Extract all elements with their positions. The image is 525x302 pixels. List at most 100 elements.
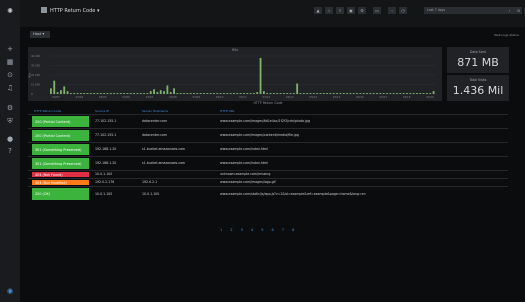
dashboard-title[interactable]: HTTP Return Code ▾	[41, 7, 99, 14]
hits-bar	[322, 93, 325, 94]
zoom-out-button[interactable]: ⊖	[515, 7, 522, 14]
hits-bar	[99, 93, 102, 94]
column-header-source-ip[interactable]: Source IP	[95, 109, 109, 113]
table-row[interactable]: 301 (Something Preserved) 192.168.1.20 s1.…	[28, 142, 508, 156]
hits-bar	[66, 91, 69, 94]
hostname-cell: 10.0.1.100	[142, 191, 160, 196]
x-tick-label: 03/18	[403, 95, 411, 99]
source-ip-cell: 77.102.155.1	[95, 119, 117, 124]
share-button[interactable]: ⇪	[336, 7, 344, 14]
table-row[interactable]: 301 (Something Preserved) 192.168.1.20 s1.…	[28, 156, 508, 170]
help-icon[interactable]: ?	[5, 146, 15, 156]
hits-bar	[366, 93, 368, 94]
hits-bar	[219, 93, 222, 94]
page-link[interactable]: 4	[251, 228, 253, 232]
column-header-status[interactable]: HTTP Return Code	[34, 109, 61, 113]
hits-bar	[372, 93, 375, 94]
hits-bar	[226, 93, 229, 94]
hits-bar	[173, 88, 175, 94]
table-row[interactable]: 200 (OK) 10.0.1.100 10.0.1.100 www.example.…	[28, 186, 508, 201]
time-back-button[interactable]: ‹	[388, 7, 396, 14]
total-visits-stat-panel[interactable]: Total Visits 1.436 Mil	[447, 75, 509, 101]
x-tick-label: 03/12	[263, 95, 271, 99]
server-admin-icon[interactable]: ⛨	[5, 116, 15, 126]
hits-bar	[389, 93, 392, 94]
status-code-cell: 304 (Not Modified)	[32, 180, 89, 185]
hits-bar	[146, 93, 149, 94]
hits-bar	[143, 93, 146, 94]
hits-bar	[239, 93, 242, 94]
save-button[interactable]: ▣	[347, 7, 355, 14]
configuration-icon[interactable]: ⚙	[5, 103, 15, 113]
hits-bar	[223, 93, 225, 94]
hits-bar	[96, 93, 99, 94]
hits-bar-chart: 40 000 30 000 20 000 10 000 0 Hits 03/03 03/04 0…	[28, 54, 436, 99]
table-row[interactable]: 200 (Partial Content) 77.102.155.1 datacen…	[28, 128, 508, 142]
hits-bar	[213, 93, 215, 94]
hits-graph-panel[interactable]: Hits 40 000 30 000 20 000 10 000 0 Hits 03/03 0…	[28, 47, 442, 101]
column-header-hostname[interactable]: Server Hostname	[142, 109, 168, 113]
hits-bar	[196, 93, 199, 94]
hits-bar	[166, 85, 169, 94]
table-row[interactable]: 200 (Partial Content) 77.102.155.1 datacen…	[28, 114, 508, 128]
hits-bar	[109, 93, 112, 94]
hits-bar	[229, 93, 232, 94]
status-code-cell: 301 (Something Preserved)	[32, 158, 89, 169]
hits-bar	[429, 93, 432, 94]
hits-bar	[206, 93, 209, 94]
page-link[interactable]: 5	[261, 228, 263, 232]
hits-bar	[269, 93, 272, 94]
hits-bar	[319, 93, 322, 94]
user-avatar-icon[interactable]: ◉	[5, 286, 15, 296]
dashboard-links[interactable]: Web Logs Status	[494, 33, 519, 37]
time-forward-button[interactable]: ›	[506, 7, 513, 14]
time-range-picker[interactable]: Last 7 days	[424, 7, 518, 14]
data-sent-stat-panel[interactable]: Data Sent 871 MB	[447, 47, 509, 73]
hits-bar	[83, 93, 86, 94]
hits-bar	[332, 93, 335, 94]
add-icon[interactable]: +	[5, 44, 15, 54]
dashboards-icon[interactable]: ▦	[5, 57, 15, 67]
x-tick-label: 03/19	[426, 95, 434, 99]
y-tick-label: 20 000	[31, 73, 40, 77]
x-tick-label: 03/17	[380, 95, 388, 99]
hits-bar	[259, 57, 262, 94]
hits-bar	[236, 93, 239, 94]
hits-bar	[119, 93, 122, 94]
grafana-logo-icon[interactable]: ✺	[5, 6, 15, 16]
add-panel-button[interactable]: ▲	[314, 7, 322, 14]
alerting-icon[interactable]: ♫	[5, 83, 15, 93]
hits-bar	[282, 93, 285, 94]
table-row[interactable]: 304 (Not Modified) 192.0.2.176 192.0.2.1 ww…	[28, 178, 508, 186]
page-link[interactable]: 1	[220, 228, 222, 232]
hits-bar	[272, 93, 275, 94]
y-axis-label: Hits	[28, 72, 32, 78]
star-button[interactable]: ☆	[325, 7, 333, 14]
page-link[interactable]: 6	[271, 228, 273, 232]
hits-bar	[86, 93, 89, 94]
x-tick-label: 03/15	[333, 95, 341, 99]
url-cell: www.example.com/static/js/app.js?v=1&id=…	[220, 191, 366, 196]
y-tick-label: 40 000	[31, 54, 40, 58]
profile-icon[interactable]: ●	[5, 134, 15, 144]
hits-bar	[139, 93, 142, 94]
page-link[interactable]: 2	[230, 228, 232, 232]
page-link[interactable]: 8	[292, 228, 294, 232]
hits-bar	[426, 93, 428, 94]
explore-icon[interactable]: ⊙	[5, 70, 15, 80]
page-link[interactable]: 7	[282, 228, 284, 232]
host-variable-select[interactable]: Host ▾	[30, 31, 50, 38]
hits-bar	[183, 93, 185, 94]
page-link[interactable]: 3	[241, 228, 243, 232]
hits-bar	[113, 93, 116, 94]
settings-button[interactable]: ⚙	[358, 7, 366, 14]
tv-mode-button[interactable]: ▭	[373, 7, 381, 14]
table-row[interactable]: 404 (Not Found) 10.0.1.100 unknown.example…	[28, 170, 508, 178]
clock-icon[interactable]: ◷	[399, 7, 407, 14]
hits-bar	[89, 93, 92, 94]
column-header-url[interactable]: HTTP URL	[220, 109, 235, 113]
hits-bar	[336, 93, 339, 94]
hostname-cell: datacenter.com	[142, 119, 167, 124]
x-tick-label: 03/08	[169, 95, 177, 99]
hits-bar	[169, 92, 172, 94]
